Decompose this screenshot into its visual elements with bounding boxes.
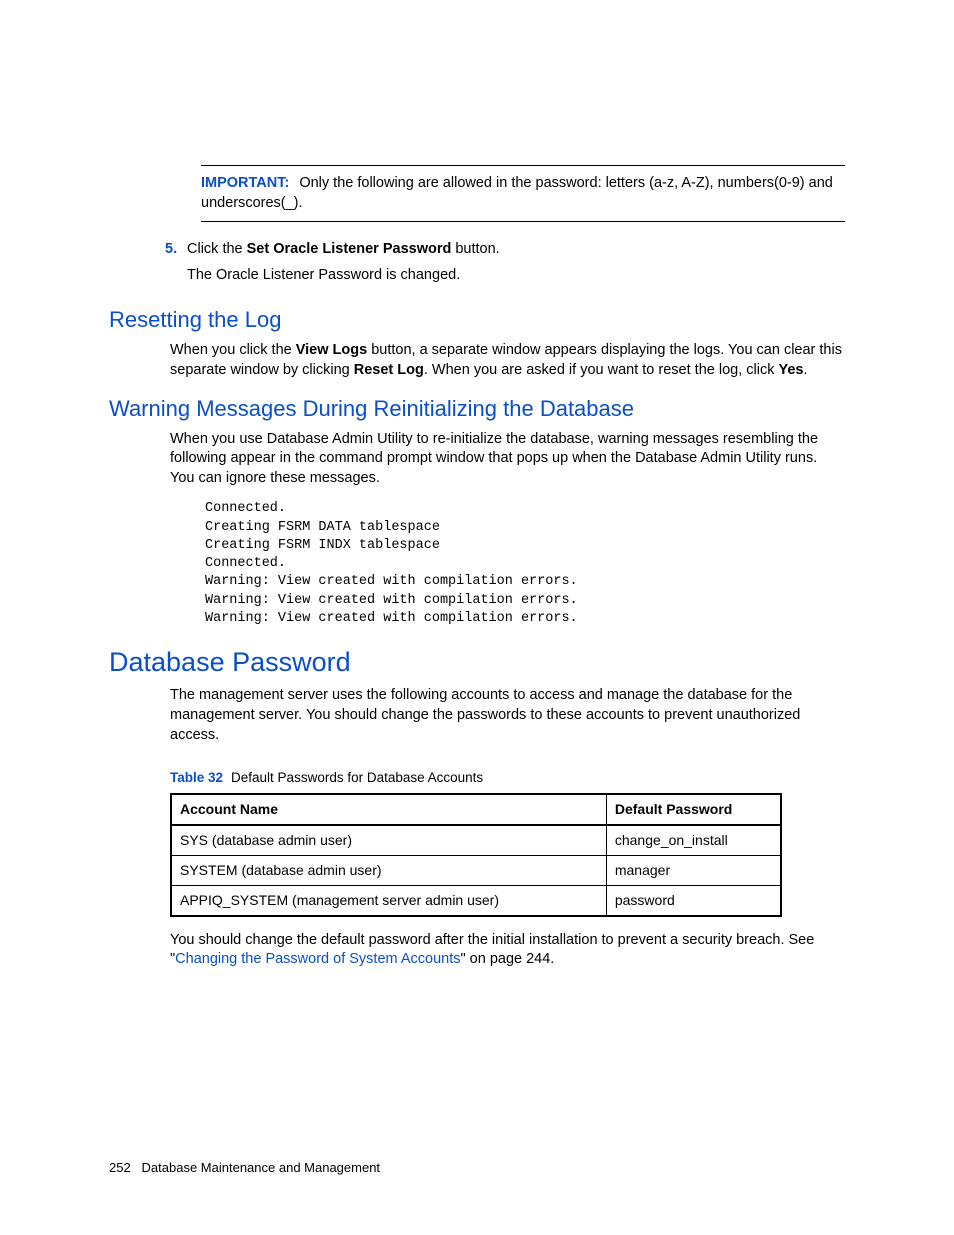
heading-resetting-log: Resetting the Log [109, 305, 845, 335]
cell-account: SYSTEM (database admin user) [171, 856, 606, 886]
warning-paragraph: When you use Database Admin Utility to r… [170, 430, 845, 489]
link-changing-password[interactable]: Changing the Password of System Accounts [175, 951, 460, 967]
table-row: APPIQ_SYSTEM (management server admin us… [171, 885, 781, 915]
accounts-table: Account Name Default Password SYS (datab… [170, 793, 782, 917]
heading-warning-messages: Warning Messages During Reinitializing t… [109, 394, 845, 424]
cell-password: password [606, 885, 781, 915]
step-line-1: Click the Set Oracle Listener Password b… [187, 240, 845, 260]
table-header-row: Account Name Default Password [171, 794, 781, 825]
heading-database-password: Database Password [109, 644, 845, 680]
step-line-2: The Oracle Listener Password is changed. [187, 266, 845, 286]
col-default-password: Default Password [606, 794, 781, 825]
dbpass-body: The management server uses the following… [170, 686, 845, 745]
table-number: Table 32 [170, 770, 223, 785]
cell-account: SYS (database admin user) [171, 825, 606, 855]
step-5: 5. Click the Set Oracle Listener Passwor… [165, 240, 845, 291]
page-content: IMPORTANT:Only the following are allowed… [0, 0, 954, 1235]
page-number: 252 [109, 1160, 131, 1175]
page-footer: 252 Database Maintenance and Management [109, 1159, 380, 1177]
col-account-name: Account Name [171, 794, 606, 825]
step-number: 5. [165, 240, 187, 291]
cell-password: change_on_install [606, 825, 781, 855]
step-body: Click the Set Oracle Listener Password b… [187, 240, 845, 291]
callout-label: IMPORTANT: [201, 175, 289, 191]
dbpass-after-paragraph: You should change the default password a… [170, 931, 845, 970]
resetting-log-paragraph: When you click the View Logs button, a s… [170, 341, 845, 380]
dbpass-paragraph: The management server uses the following… [170, 686, 845, 745]
table-row: SYS (database admin user) change_on_inst… [171, 825, 781, 855]
table-row: SYSTEM (database admin user) manager [171, 856, 781, 886]
cell-account: APPIQ_SYSTEM (management server admin us… [171, 885, 606, 915]
footer-title: Database Maintenance and Management [142, 1160, 381, 1175]
warning-body: When you use Database Admin Utility to r… [170, 430, 845, 489]
code-block: Connected. Creating FSRM DATA tablespace… [205, 500, 845, 628]
dbpass-after: You should change the default password a… [170, 931, 845, 970]
table-title: Default Passwords for Database Accounts [231, 770, 483, 785]
resetting-log-body: When you click the View Logs button, a s… [170, 341, 845, 380]
cell-password: manager [606, 856, 781, 886]
table-caption: Table 32 Default Passwords for Database A… [170, 769, 845, 787]
callout-text: Only the following are allowed in the pa… [201, 175, 833, 211]
important-callout: IMPORTANT:Only the following are allowed… [201, 165, 845, 222]
